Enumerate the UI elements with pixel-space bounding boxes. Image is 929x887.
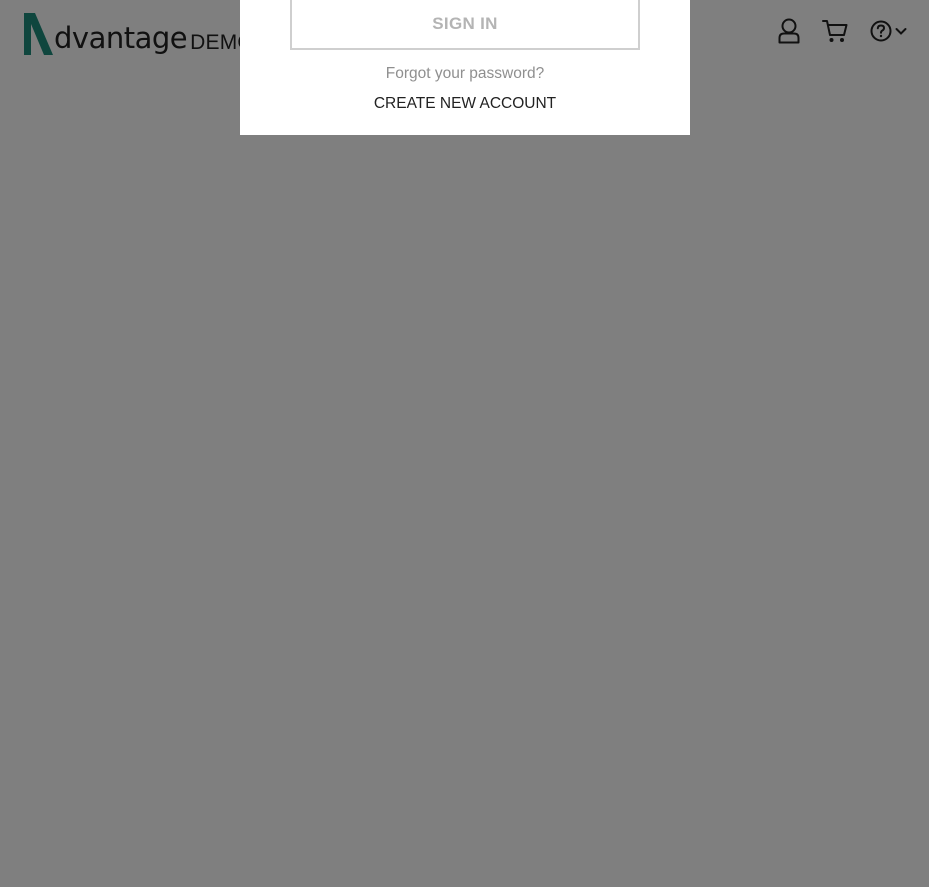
create-account-link[interactable]: CREATE NEW ACCOUNT [240,95,690,113]
sign-in-button[interactable]: SIGN IN [290,0,640,50]
forgot-password-link[interactable]: Forgot your password? [240,65,690,83]
login-dialog: SIGN IN Forgot your password? CREATE NEW… [240,0,690,135]
